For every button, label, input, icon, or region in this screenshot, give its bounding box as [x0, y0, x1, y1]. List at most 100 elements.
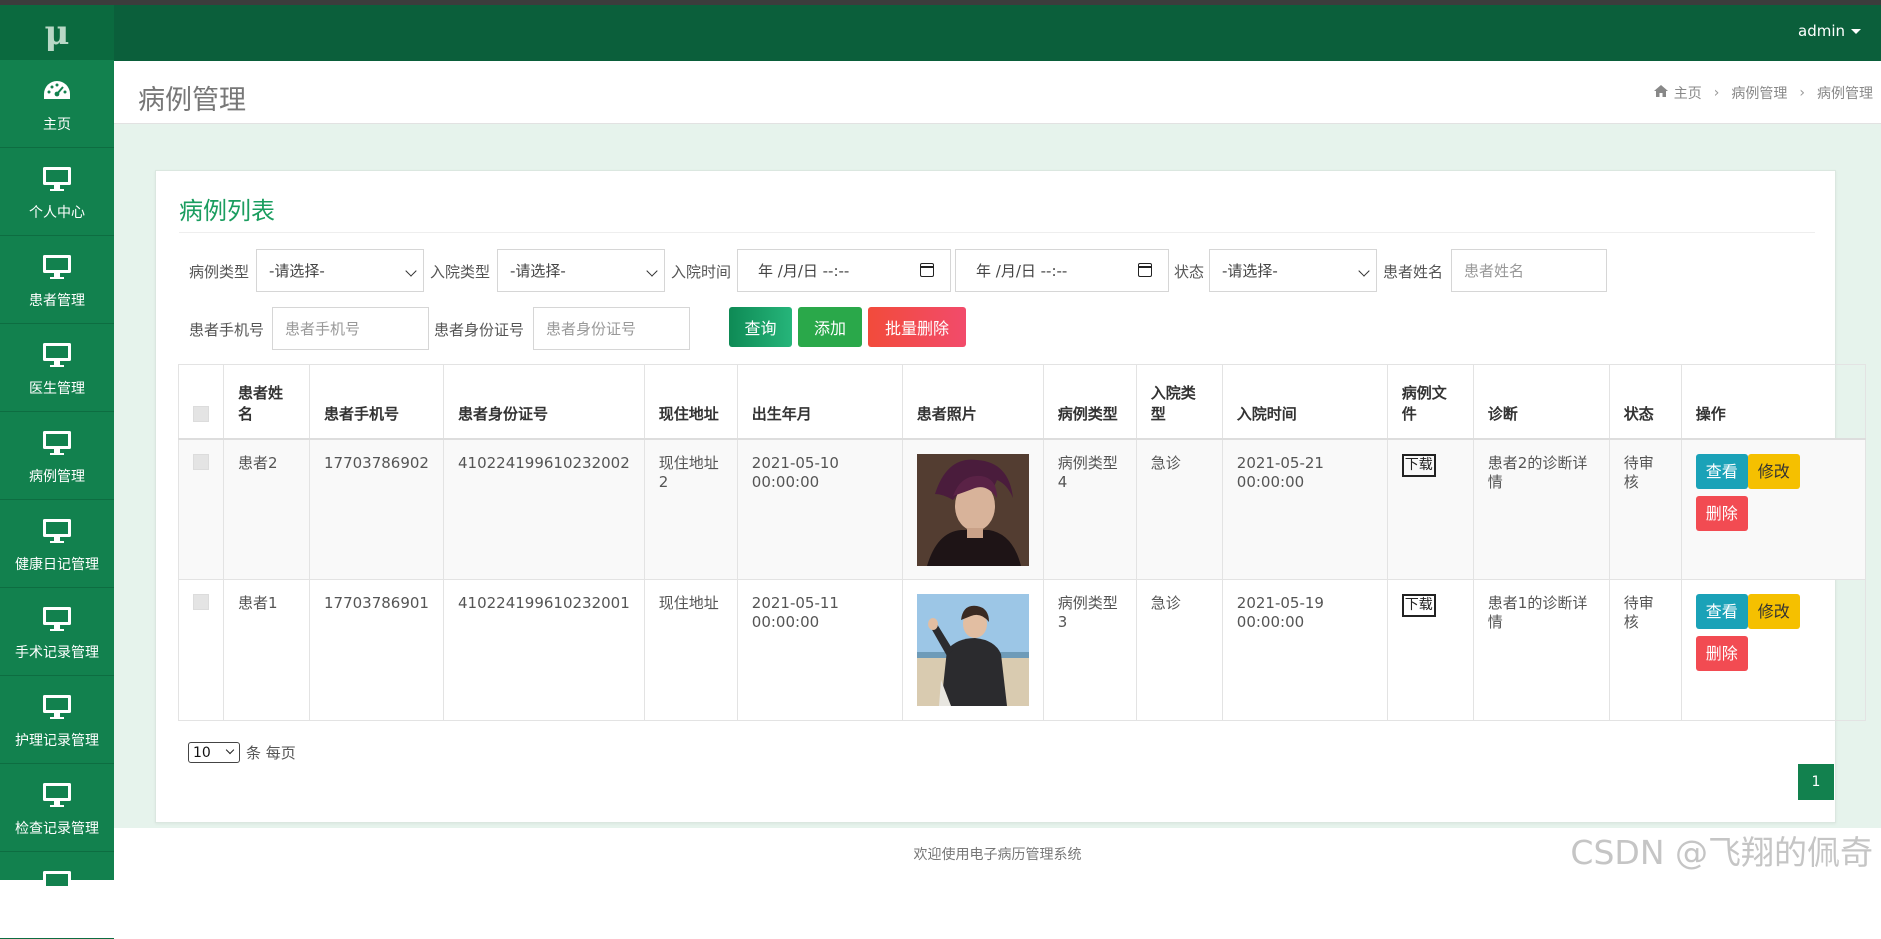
col-header: 操作	[1680, 364, 1866, 440]
chevron-down-icon	[405, 265, 417, 277]
view-button[interactable]: 查看	[1695, 453, 1748, 489]
sidebar-item-home[interactable]: 主页	[0, 60, 114, 148]
calendar-icon[interactable]	[920, 263, 934, 277]
cell-file: 下载	[1386, 579, 1474, 721]
table-header-row: 患者姓名 患者手机号 患者身份证号 现住地址 出生年月 患者照片 病例类型 入院…	[178, 364, 1866, 440]
patient-photo	[916, 453, 1029, 566]
dashboard-icon	[40, 74, 74, 108]
edit-button[interactable]: 修改	[1747, 594, 1800, 629]
patient-name-input[interactable]: 患者姓名	[1451, 249, 1607, 292]
cell-phone: 17703786902	[309, 438, 444, 580]
delete-button[interactable]: 删除	[1695, 495, 1748, 531]
table-row: 患者1 17703786901 410224199610232001 现住地址 …	[178, 579, 1866, 721]
cell-birth: 2021-05-11 00:00:00	[736, 579, 903, 721]
monitor-icon	[40, 426, 74, 460]
cell-address: 现住地址	[643, 579, 738, 721]
monitor-icon	[40, 602, 74, 636]
download-button[interactable]: 下载	[1401, 453, 1436, 477]
sidebar-item-label: 病例管理	[29, 468, 85, 485]
sidebar-item-label: 主页	[43, 116, 71, 133]
add-button[interactable]: 添加	[798, 307, 862, 347]
breadcrumb-section[interactable]: 病例管理	[1731, 83, 1787, 103]
row-checkbox[interactable]	[193, 453, 209, 470]
calendar-icon[interactable]	[1138, 263, 1152, 277]
admission-time-start-input[interactable]: 年 /月/日 --:--	[737, 249, 951, 292]
query-button[interactable]: 查询	[729, 307, 792, 347]
sidebar-item-profile[interactable]: 个人中心	[0, 148, 114, 236]
caret-down-icon	[1851, 29, 1861, 34]
top-navbar: admin	[114, 5, 1881, 61]
cell-actions: 查看 修改 删除	[1680, 438, 1866, 580]
admission-time-end-input[interactable]: 年 /月/日 --:--	[955, 249, 1169, 292]
chevron-down-icon	[225, 745, 235, 755]
case-table: 患者姓名 患者手机号 患者身份证号 现住地址 出生年月 患者照片 病例类型 入院…	[178, 364, 1866, 721]
col-header: 现住地址	[643, 364, 738, 440]
date-placeholder: 年 /月/日 --:--	[976, 262, 1068, 280]
status-value: -请选择-	[1222, 262, 1278, 280]
page-button-current[interactable]: 1	[1798, 764, 1834, 800]
cell-birth: 2021-05-10 00:00:00	[736, 438, 903, 580]
sidebar-item-cases[interactable]: 病例管理	[0, 412, 114, 500]
case-type-label: 病例类型	[189, 263, 250, 281]
cell-photo	[901, 579, 1044, 721]
admission-type-label: 入院类型	[430, 263, 491, 281]
sidebar-item-label: 护理记录管理	[15, 732, 99, 749]
delete-button[interactable]: 删除	[1695, 636, 1748, 671]
sidebar-item-patients[interactable]: 患者管理	[0, 236, 114, 324]
breadcrumb-current: 病例管理	[1817, 86, 1873, 102]
edit-button[interactable]: 修改	[1747, 453, 1800, 489]
case-type-select[interactable]: -请选择-	[256, 249, 424, 292]
admission-type-select[interactable]: -请选择-	[497, 249, 665, 292]
status-select[interactable]: -请选择-	[1209, 249, 1377, 292]
breadcrumb-home[interactable]: 主页	[1674, 83, 1702, 103]
row-select-cell	[178, 579, 224, 721]
cell-name: 患者1	[223, 579, 310, 721]
chevron-right-icon: ›	[1713, 85, 1720, 101]
admission-time-label: 入院时间	[671, 263, 732, 281]
view-button[interactable]: 查看	[1695, 594, 1748, 629]
app-logo[interactable]: μ	[0, 5, 114, 60]
col-header: 入院时间	[1221, 364, 1388, 440]
panel-title: 病例列表	[179, 197, 275, 225]
select-all-checkbox[interactable]	[193, 405, 209, 422]
sidebar-item-label: 手术记录管理	[15, 644, 99, 661]
phone-label: 患者手机号	[189, 321, 265, 339]
row-checkbox[interactable]	[193, 594, 209, 610]
col-header: 出生年月	[736, 364, 903, 440]
col-header: 诊断	[1472, 364, 1610, 440]
page-header: 病例管理 主页 › 病例管理 › 病例管理	[114, 61, 1881, 124]
sidebar-item-more[interactable]	[0, 852, 114, 939]
cell-case-type: 病例类型4	[1042, 438, 1137, 580]
page-size-value: 10	[193, 744, 211, 761]
date-placeholder: 年 /月/日 --:--	[758, 262, 850, 280]
divider	[179, 232, 1815, 233]
monitor-icon	[40, 162, 74, 196]
id-number-label: 患者身份证号	[434, 321, 525, 339]
monitor-icon	[40, 866, 74, 900]
status-label: 状态	[1174, 263, 1205, 281]
page-size-control: 10 条 每页	[188, 742, 296, 763]
sidebar-item-exams[interactable]: 检查记录管理	[0, 764, 114, 852]
col-header: 患者照片	[901, 364, 1044, 440]
col-header: 状态	[1608, 364, 1682, 440]
cell-name: 患者2	[223, 438, 310, 580]
phone-input[interactable]: 患者手机号	[272, 307, 429, 350]
patient-photo	[916, 594, 1029, 706]
chevron-down-icon	[646, 265, 658, 277]
download-button[interactable]: 下载	[1401, 594, 1436, 617]
cell-id-number: 410224199610232002	[442, 438, 645, 580]
col-header: 患者姓名	[223, 364, 310, 440]
sidebar-item-surgery[interactable]: 手术记录管理	[0, 588, 114, 676]
sidebar-item-doctors[interactable]: 医生管理	[0, 324, 114, 412]
sidebar-item-label: 检查记录管理	[15, 820, 99, 837]
cell-diagnosis: 患者1的诊断详情	[1472, 579, 1610, 721]
cell-photo	[901, 438, 1044, 580]
cell-case-type: 病例类型3	[1042, 579, 1137, 721]
sidebar-item-health-diary[interactable]: 健康日记管理	[0, 500, 114, 588]
batch-delete-button[interactable]: 批量删除	[868, 307, 966, 347]
user-menu[interactable]: admin	[1798, 22, 1861, 40]
page-size-select[interactable]: 10	[188, 742, 240, 763]
col-header: 病例文件	[1386, 364, 1474, 440]
id-number-input[interactable]: 患者身份证号	[533, 307, 690, 350]
sidebar-item-nursing[interactable]: 护理记录管理	[0, 676, 114, 764]
